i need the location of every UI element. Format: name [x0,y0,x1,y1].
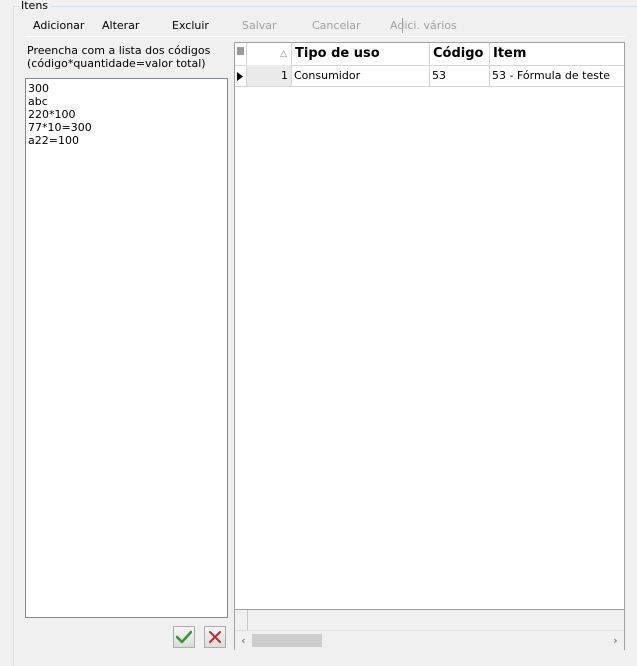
code-line: abc [28,95,48,108]
group-title: Itens [19,0,51,12]
cancel-codes-button[interactable] [204,626,226,648]
table-row[interactable]: 1 Consumidor 53 53 - Fórmula de teste [235,65,624,87]
toolbar: Adicionar Alterar Excluir Salvar Cancela… [25,16,625,37]
sort-ascending-icon[interactable]: △ [247,43,292,65]
cancel-x-icon [209,631,221,643]
save-button[interactable]: Salvar [242,18,277,34]
row-indicator-icon [235,65,247,86]
delete-button[interactable]: Excluir [172,18,209,34]
codes-textarea[interactable]: 300 abc 220*100 77*10=300 a22=100 [25,78,228,618]
column-header-tipo-de-uso[interactable]: Tipo de uso [292,43,430,65]
grid-footer [235,609,624,630]
confirm-button[interactable] [173,626,195,648]
cancel-button[interactable]: Cancelar [312,18,361,34]
code-line: 300 [28,82,49,95]
grid-header: △ Tipo de uso Código Item [235,43,624,66]
add-button[interactable]: Adicionar [33,18,84,34]
instruction-line-1: Preencha com a lista dos códigos [27,44,211,57]
code-line: a22=100 [28,134,79,147]
code-line: 77*10=300 [28,121,92,134]
scroll-thumb[interactable] [252,634,322,647]
edit-button[interactable]: Alterar [102,18,139,34]
confirm-check-icon [176,630,192,644]
cell-item[interactable]: 53 - Fórmula de teste [490,65,624,86]
scroll-right-icon[interactable]: › [607,631,624,650]
horizontal-scrollbar[interactable]: ‹ › [235,630,624,650]
cell-codigo[interactable]: 53 [430,65,490,86]
scroll-left-icon[interactable]: ‹ [235,631,252,650]
instruction-line-2: (código*quantidade=valor total) [27,57,206,70]
row-number: 1 [247,65,292,86]
cell-tipo-de-uso[interactable]: Consumidor [292,65,430,86]
column-header-item[interactable]: Item [490,43,624,65]
add-many-button[interactable]: Adici. vários [390,18,457,34]
column-header-codigo[interactable]: Código [430,43,490,65]
footer-indicator-cell [235,610,248,630]
code-line: 220*100 [28,108,76,121]
items-grid[interactable]: △ Tipo de uso Código Item 1 Consumidor 5… [234,42,625,650]
codes-instruction: Preencha com a lista dos códigos (código… [27,44,232,70]
column-chooser-icon[interactable] [235,43,247,65]
